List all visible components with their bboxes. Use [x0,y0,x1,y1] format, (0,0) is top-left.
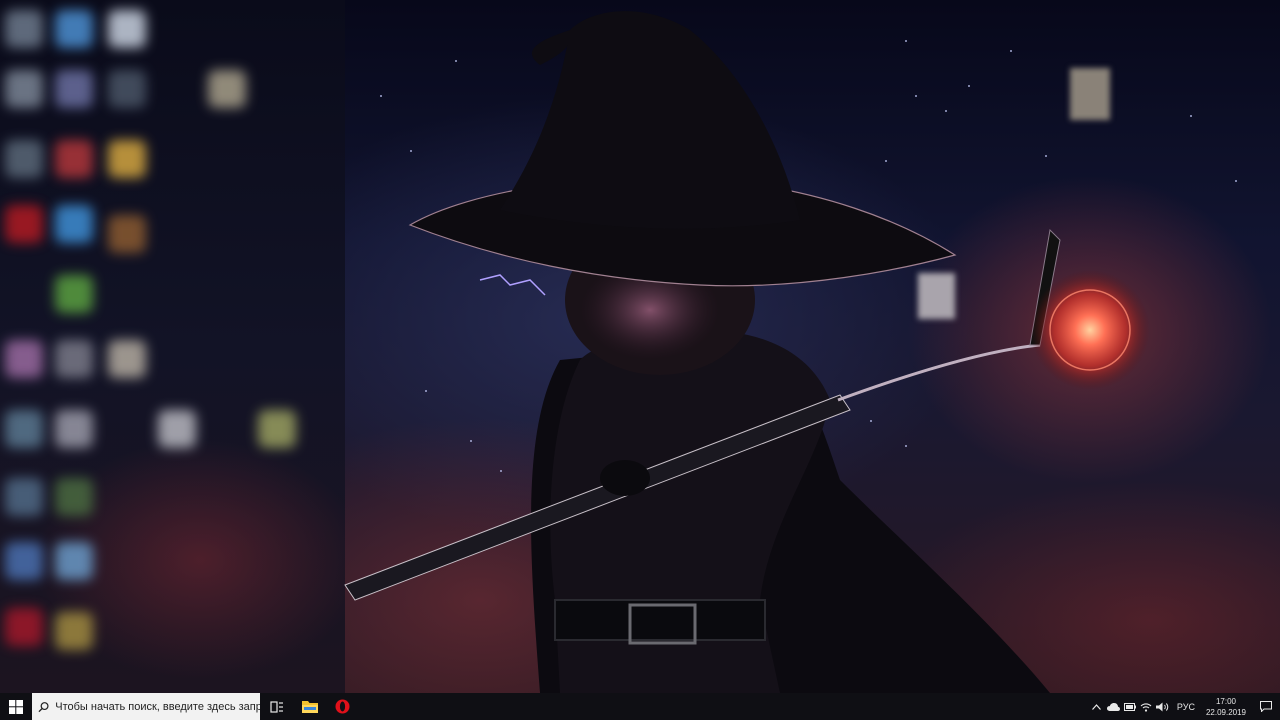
desktop-icon[interactable] [108,140,146,178]
input-language-indicator[interactable]: РУС [1172,693,1200,720]
desktop-icon[interactable] [5,140,43,178]
wifi-icon [1140,702,1152,712]
battery-button[interactable] [1122,693,1138,720]
desktop-icon[interactable] [5,205,43,243]
desktop-icon[interactable] [258,410,296,448]
desktop-icon[interactable] [55,478,93,516]
taskbar-search-box[interactable]: Чтобы начать поиск, введите здесь запрос [32,693,260,720]
volume-button[interactable] [1154,693,1172,720]
taskbar: Чтобы начать поиск, введите здесь запрос [0,693,1280,720]
desktop-icon[interactable] [108,10,146,48]
network-button[interactable] [1138,693,1154,720]
task-view-icon [269,700,283,713]
desktop-icon[interactable] [55,70,93,108]
desktop-icon[interactable] [55,205,93,243]
desktop-icon[interactable] [5,340,43,378]
desktop-icon[interactable] [55,10,93,48]
task-view-button[interactable] [260,693,293,720]
show-hidden-icons-button[interactable] [1088,693,1106,720]
search-icon [38,701,49,712]
desktop-icon[interactable] [108,70,146,108]
desktop-icon[interactable] [5,608,43,646]
desktop-icon[interactable] [1070,68,1110,120]
chevron-up-icon [1092,703,1102,710]
onedrive-button[interactable] [1106,693,1122,720]
battery-icon [1123,702,1136,711]
desktop-icon[interactable] [108,215,146,253]
desktop-icon[interactable] [55,542,93,580]
file-explorer-icon [301,701,318,713]
clock-date: 22.09.2019 [1205,707,1246,717]
desktop-icon[interactable] [55,140,93,178]
windows-logo-icon [9,699,23,714]
start-button[interactable] [0,693,32,720]
desktop-icon[interactable] [158,410,196,448]
desktop-icon[interactable] [5,478,43,516]
speaker-icon [1156,702,1169,711]
desktop-icon[interactable] [208,70,246,108]
desktop-icon[interactable] [5,410,43,448]
desktop-icon[interactable] [55,340,93,378]
clock[interactable]: 17:00 22.09.2019 [1200,693,1252,720]
desktop-icon[interactable] [5,10,43,48]
clock-time: 17:00 [1215,696,1236,706]
desktop-icon[interactable] [55,410,93,448]
desktop-wallpaper [0,0,1280,693]
desktop-icon[interactable] [55,275,93,313]
opera-browser-button[interactable] [326,693,359,720]
action-center-button[interactable] [1252,693,1280,720]
desktop-icon[interactable] [108,340,146,378]
notification-icon [1260,701,1272,712]
search-placeholder: Чтобы начать поиск, введите здесь запрос [55,700,260,713]
system-tray: РУС 17:00 22.09.2019 [1088,693,1280,720]
desktop-icon[interactable] [5,70,43,108]
desktop-icon[interactable] [918,273,955,319]
file-explorer-button[interactable] [293,693,326,720]
cloud-icon [1107,702,1121,711]
desktop-icon[interactable] [55,612,93,650]
opera-browser-icon [335,699,350,714]
desktop-icon[interactable] [5,542,43,580]
